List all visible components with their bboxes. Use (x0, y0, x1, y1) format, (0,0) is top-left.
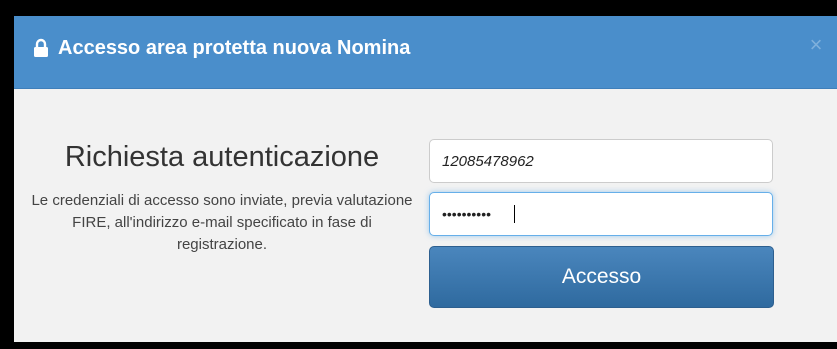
auth-description: Le credenziali di accesso sono inviate, … (31, 192, 413, 253)
username-field[interactable] (429, 139, 773, 183)
close-icon[interactable]: × (805, 34, 827, 56)
login-button[interactable]: Accesso (429, 246, 774, 308)
login-modal: Accesso area protetta nuova Nomina × Ric… (14, 16, 837, 342)
lock-icon (34, 38, 48, 57)
modal-header: Accesso area protetta nuova Nomina × (14, 16, 837, 89)
auth-heading: Richiesta autenticazione (64, 141, 380, 173)
password-field[interactable] (429, 192, 773, 236)
modal-title: Accesso area protetta nuova Nomina (58, 37, 411, 59)
text-cursor (514, 205, 515, 223)
